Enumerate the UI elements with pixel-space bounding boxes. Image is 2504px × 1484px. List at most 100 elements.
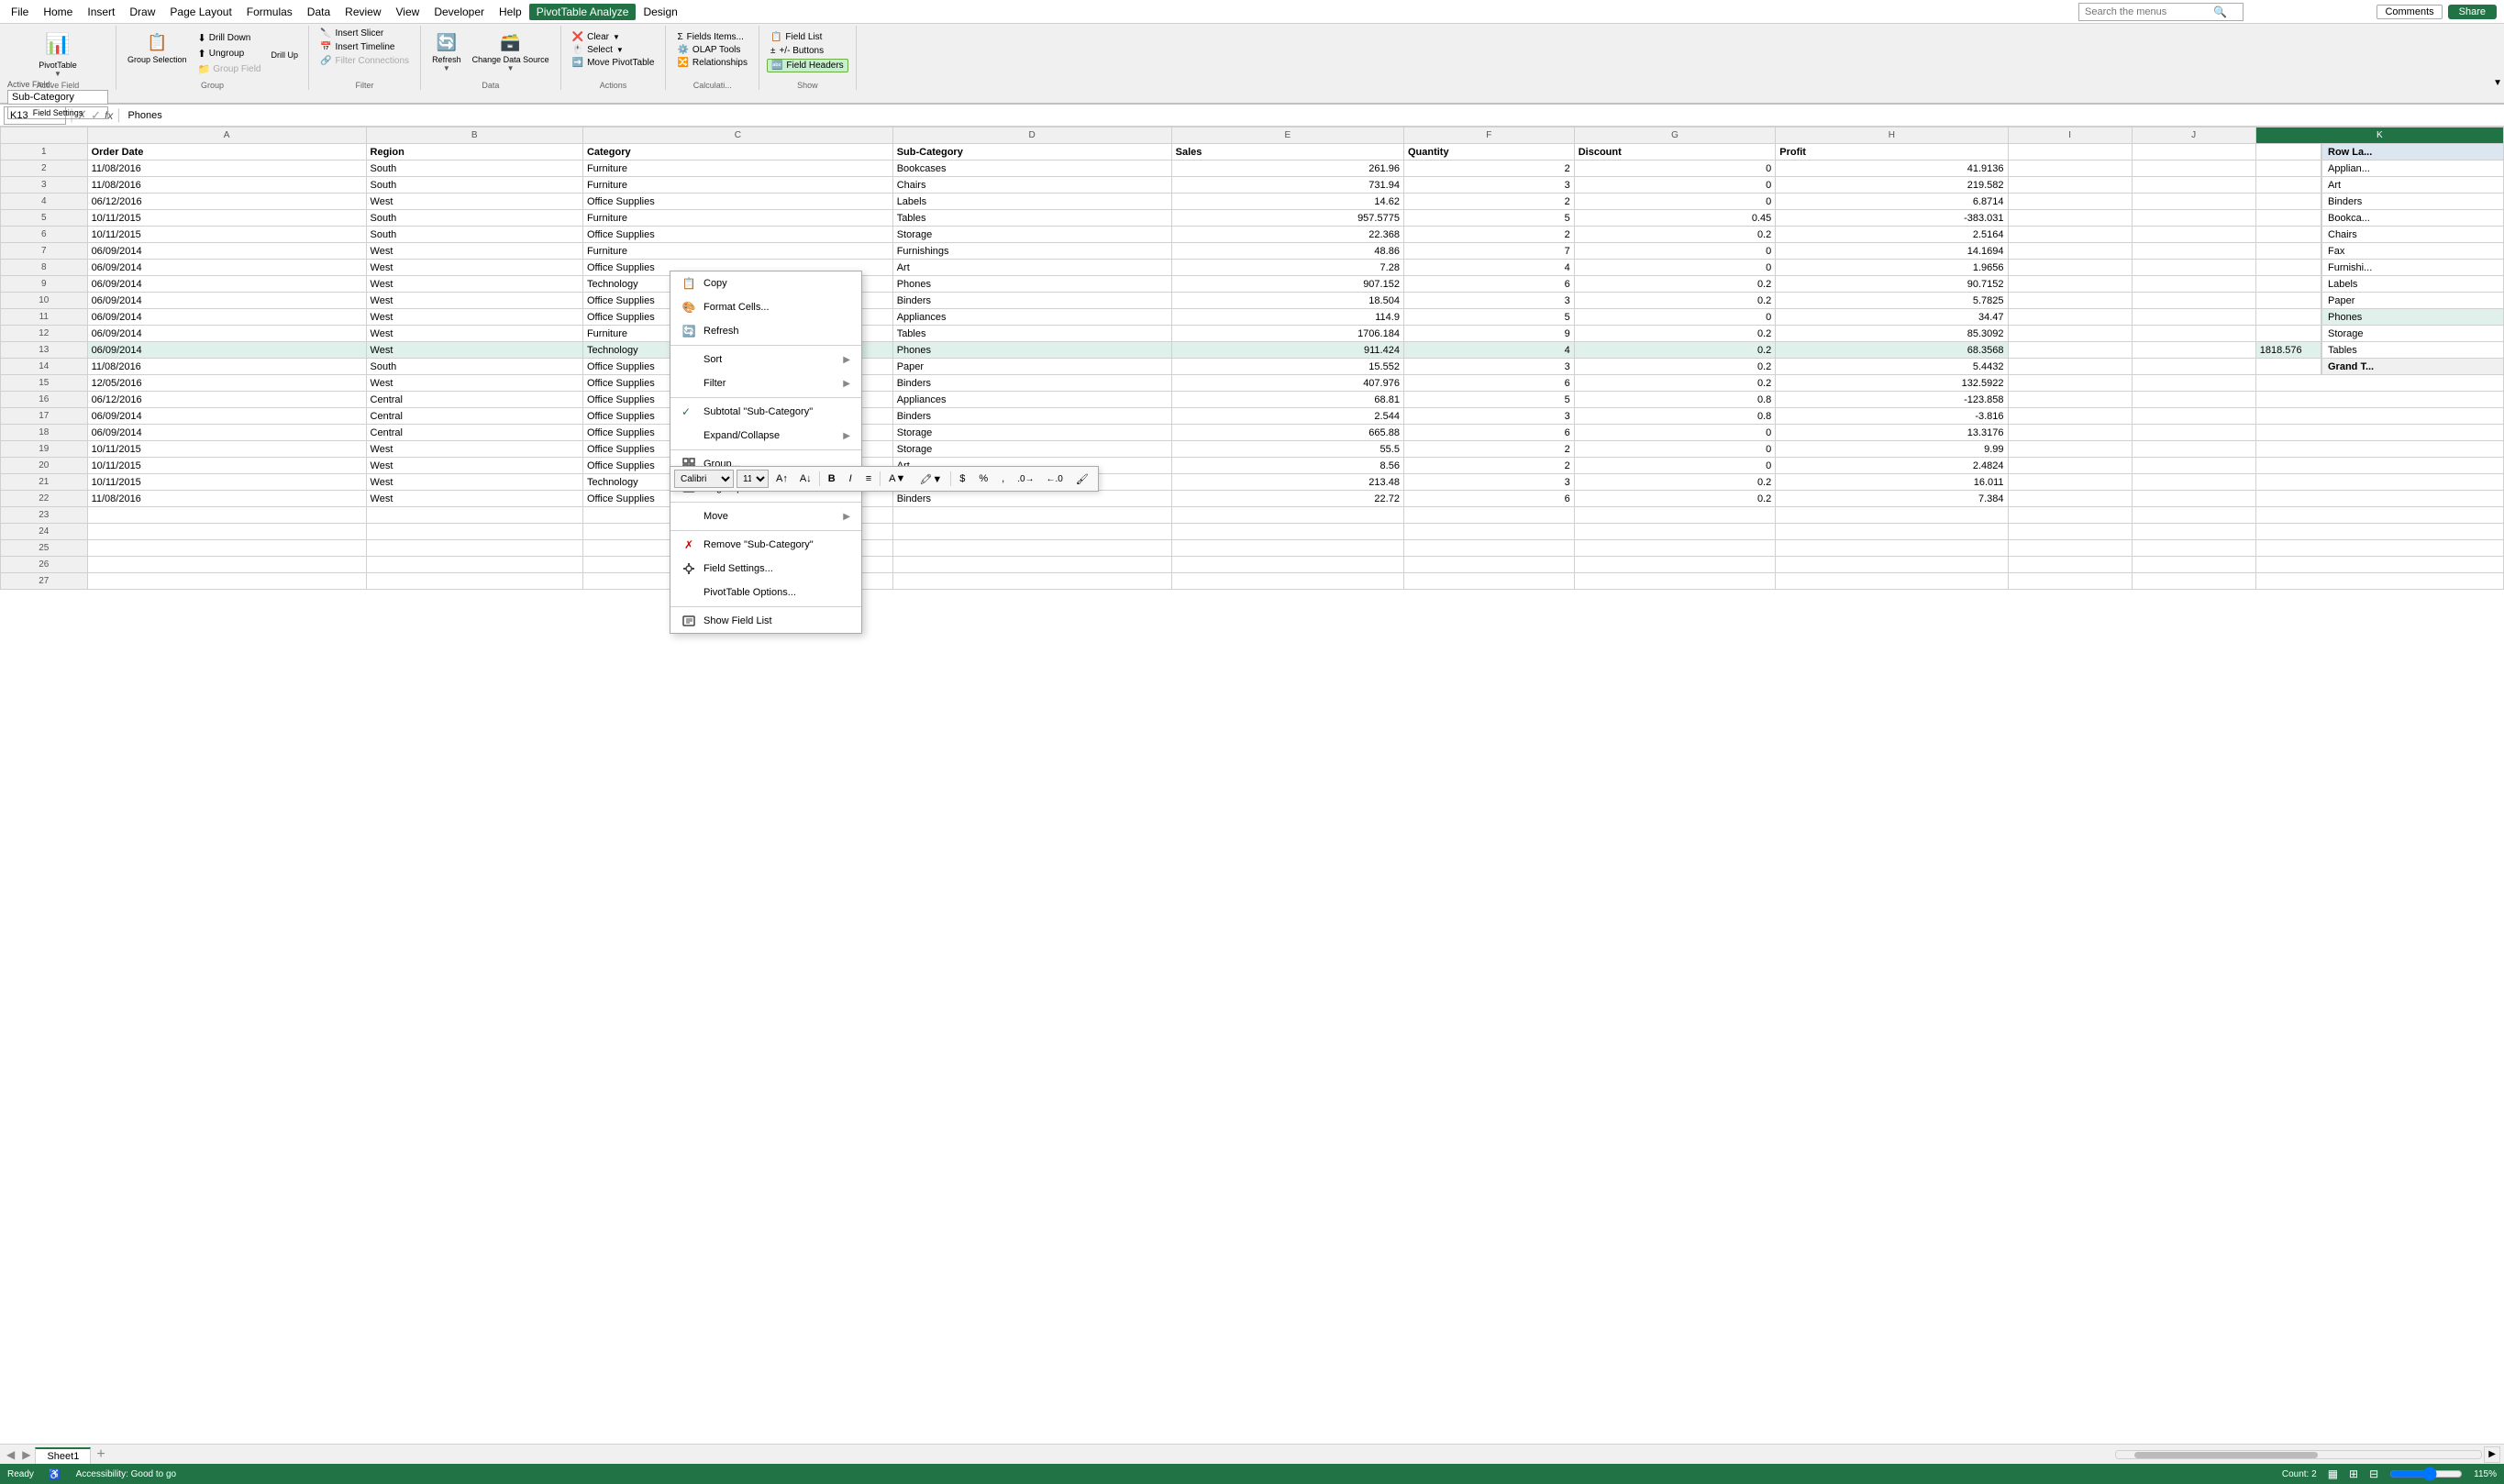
col-header-A[interactable]: A bbox=[87, 127, 366, 144]
cell[interactable]: West bbox=[366, 260, 582, 276]
cell[interactable]: West bbox=[366, 458, 582, 474]
drill-down-button[interactable]: ⬇ Drill Down bbox=[194, 31, 265, 45]
ctx-filter[interactable]: Filter ▶ bbox=[670, 371, 861, 395]
insert-timeline-button[interactable]: 📅Insert Timeline bbox=[316, 41, 413, 53]
cell[interactable]: Bookcases bbox=[892, 161, 1171, 177]
cell[interactable]: 06/09/2014 bbox=[87, 293, 366, 309]
cell[interactable]: 14.62 bbox=[1171, 194, 1403, 210]
cell[interactable]: 6 bbox=[1403, 276, 1574, 293]
ctx-remove[interactable]: ✗ Remove "Sub-Category" bbox=[670, 533, 861, 557]
col-header-B[interactable]: B bbox=[366, 127, 582, 144]
cell[interactable]: Furniture bbox=[582, 161, 892, 177]
cell[interactable]: 7 bbox=[1403, 243, 1574, 260]
menu-search-input[interactable] bbox=[2085, 6, 2213, 17]
cell[interactable]: 7.384 bbox=[1776, 491, 2008, 507]
font-family-select[interactable]: Calibri bbox=[674, 470, 734, 488]
cell[interactable]: 0 bbox=[1574, 309, 1776, 326]
ctx-show-field-list[interactable]: Show Field List bbox=[670, 609, 861, 633]
cell[interactable]: 10/11/2015 bbox=[87, 227, 366, 243]
cell[interactable]: Paper bbox=[892, 359, 1171, 375]
menu-item-developer[interactable]: Developer bbox=[427, 4, 492, 20]
cell[interactable]: West bbox=[366, 243, 582, 260]
cell[interactable]: 0.2 bbox=[1574, 227, 1776, 243]
cell[interactable]: 4 bbox=[1403, 342, 1574, 359]
cell[interactable]: West bbox=[366, 293, 582, 309]
cell[interactable]: 0.2 bbox=[1574, 359, 1776, 375]
cell[interactable]: 68.81 bbox=[1171, 392, 1403, 408]
cell[interactable]: West bbox=[366, 309, 582, 326]
cell[interactable]: 06/12/2016 bbox=[87, 194, 366, 210]
cell[interactable]: 0.2 bbox=[1574, 474, 1776, 491]
refresh-button[interactable]: 🔄 Refresh ▼ bbox=[428, 28, 465, 74]
font-size-select[interactable]: 11 bbox=[737, 470, 769, 488]
cell[interactable]: 55.5 bbox=[1171, 441, 1403, 458]
cell[interactable]: 1706.184 bbox=[1171, 326, 1403, 342]
fields-items-button[interactable]: ΣFields Items... bbox=[673, 31, 751, 43]
cell[interactable]: 15.552 bbox=[1171, 359, 1403, 375]
cell[interactable]: Binders bbox=[892, 375, 1171, 392]
ribbon-expand-button[interactable]: ▼ bbox=[2491, 76, 2504, 90]
cell[interactable]: Storage bbox=[892, 227, 1171, 243]
clear-button[interactable]: ❌Clear▼ bbox=[569, 31, 659, 43]
comments-button[interactable]: Comments bbox=[2377, 5, 2442, 19]
cell[interactable]: 6 bbox=[1403, 425, 1574, 441]
menu-item-file[interactable]: File bbox=[4, 4, 36, 20]
filter-connections-button[interactable]: 🔗Filter Connections bbox=[316, 55, 413, 67]
col-header-D[interactable]: D bbox=[892, 127, 1171, 144]
col-header-K[interactable]: K bbox=[2255, 127, 2503, 144]
cell[interactable]: 18.504 bbox=[1171, 293, 1403, 309]
font-color-button[interactable]: A▼ bbox=[883, 471, 911, 486]
menu-item-formulas[interactable]: Formulas bbox=[239, 4, 300, 20]
cell[interactable]: 14.1694 bbox=[1776, 243, 2008, 260]
align-format-button[interactable]: ≡ bbox=[860, 471, 877, 486]
cell[interactable]: West bbox=[366, 491, 582, 507]
view-layout-icon[interactable]: ⊞ bbox=[2349, 1467, 2358, 1480]
menu-item-review[interactable]: Review bbox=[338, 4, 388, 20]
cell[interactable]: 90.7152 bbox=[1776, 276, 2008, 293]
comma-button[interactable]: , bbox=[996, 471, 1010, 486]
cell[interactable]: Binders bbox=[892, 491, 1171, 507]
group-field-button[interactable]: 📁 Group Field bbox=[194, 62, 265, 76]
cell[interactable]: West bbox=[366, 326, 582, 342]
cell[interactable]: 13.3176 bbox=[1776, 425, 2008, 441]
cell[interactable]: West bbox=[366, 276, 582, 293]
highlight-color-button[interactable]: 🖍▼ bbox=[914, 471, 947, 487]
cell[interactable]: West bbox=[366, 194, 582, 210]
cell[interactable]: Binders bbox=[892, 408, 1171, 425]
cell[interactable]: 6.8714 bbox=[1776, 194, 2008, 210]
cell[interactable]: 3 bbox=[1403, 293, 1574, 309]
cell[interactable]: Central bbox=[366, 408, 582, 425]
zoom-slider[interactable] bbox=[2389, 1468, 2463, 1479]
cell[interactable]: South bbox=[366, 227, 582, 243]
cell[interactable]: 5.7825 bbox=[1776, 293, 2008, 309]
decrease-decimal-button[interactable]: ←.0 bbox=[1042, 472, 1068, 486]
field-list-button[interactable]: 📋Field List bbox=[767, 31, 848, 43]
olap-tools-button[interactable]: ⚙️OLAP Tools bbox=[673, 44, 751, 56]
cell[interactable]: Appliances bbox=[892, 309, 1171, 326]
cell[interactable]: 0 bbox=[1574, 260, 1776, 276]
cell[interactable]: 3 bbox=[1403, 177, 1574, 194]
cell[interactable]: 213.48 bbox=[1171, 474, 1403, 491]
cell[interactable]: 68.3568 bbox=[1776, 342, 2008, 359]
cell[interactable]: West bbox=[366, 474, 582, 491]
cell[interactable]: 48.86 bbox=[1171, 243, 1403, 260]
menu-item-home[interactable]: Home bbox=[36, 4, 80, 20]
cell[interactable]: Phones bbox=[892, 276, 1171, 293]
field-settings-button[interactable]: Field Settings bbox=[7, 106, 108, 119]
share-button[interactable]: Share bbox=[2448, 5, 2497, 19]
cell[interactable]: 0 bbox=[1574, 177, 1776, 194]
cell[interactable]: 3 bbox=[1403, 474, 1574, 491]
field-headers-button[interactable]: 🔤Field Headers bbox=[767, 59, 848, 72]
cell[interactable]: Furniture bbox=[582, 210, 892, 227]
cell[interactable]: 0 bbox=[1574, 425, 1776, 441]
cell[interactable]: 0.2 bbox=[1574, 293, 1776, 309]
cell[interactable]: 06/09/2014 bbox=[87, 276, 366, 293]
cell[interactable]: 10/11/2015 bbox=[87, 210, 366, 227]
cell[interactable]: 9.99 bbox=[1776, 441, 2008, 458]
increase-decimal-button[interactable]: .0→ bbox=[1013, 472, 1038, 486]
col-header-H[interactable]: H bbox=[1776, 127, 2008, 144]
col-header-E[interactable]: E bbox=[1171, 127, 1403, 144]
cell[interactable]: 11/08/2016 bbox=[87, 359, 366, 375]
cell[interactable]: Labels bbox=[892, 194, 1171, 210]
cell[interactable]: 06/09/2014 bbox=[87, 260, 366, 276]
